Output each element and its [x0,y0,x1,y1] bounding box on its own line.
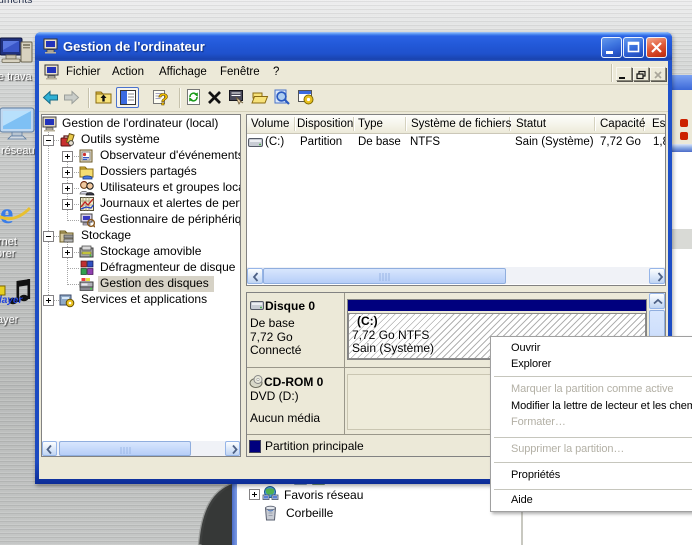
svg-text:?: ? [158,90,168,107]
svg-text:e: e [0,197,13,230]
